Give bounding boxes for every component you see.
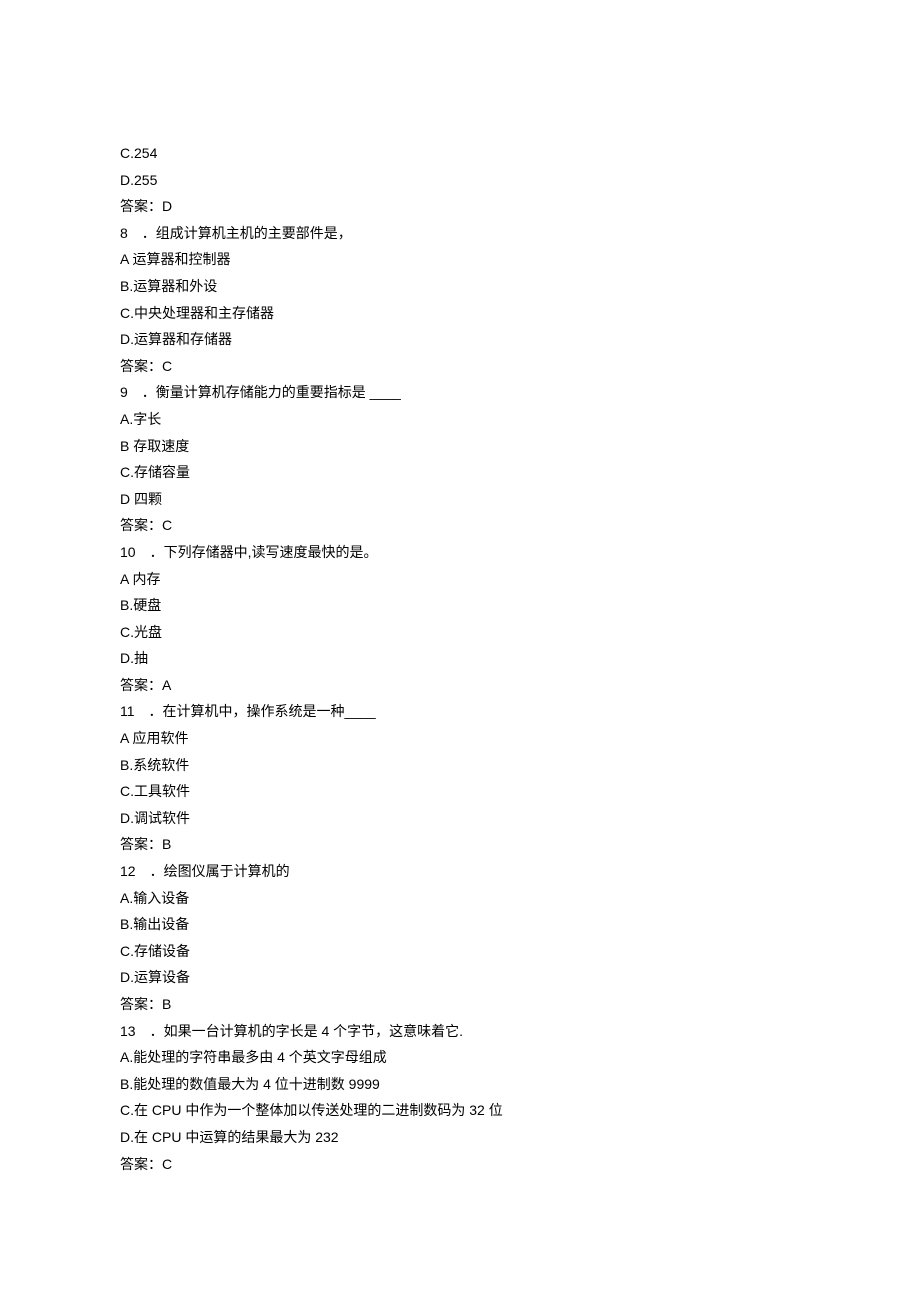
question-line: 11 ．在计算机中，操作系统是一种____ — [120, 698, 800, 725]
option-line: A.能处理的字符串最多由 4 个英文字母组成 — [120, 1044, 800, 1071]
option-line: D.运算器和存储器 — [120, 326, 800, 353]
question-line: 9 ．衡量计算机存储能力的重要指标是 ____ — [120, 379, 800, 406]
option-line: A 运算器和控制器 — [120, 246, 800, 273]
question-line: 13 ．如果一台计算机的字长是 4 个字节，这意味着它. — [120, 1018, 800, 1045]
answer-line: 答案：A — [120, 672, 800, 699]
answer-line: 答案：C — [120, 512, 800, 539]
text-line: D.255 — [120, 167, 800, 194]
question-line: 10 ．下列存储器中,读写速度最快的是。 — [120, 539, 800, 566]
option-line: D 四颗 — [120, 486, 800, 513]
option-line: C.工具软件 — [120, 778, 800, 805]
option-line: D.抽 — [120, 645, 800, 672]
answer-line: 答案：C — [120, 1151, 800, 1178]
option-line: C.存储容量 — [120, 459, 800, 486]
option-line: C.中央处理器和主存储器 — [120, 300, 800, 327]
option-line: A.字长 — [120, 406, 800, 433]
option-line: A.输入设备 — [120, 885, 800, 912]
question-line: 8 ．组成计算机主机的主要部件是， — [120, 220, 800, 247]
option-line: D.运算设备 — [120, 964, 800, 991]
option-line: B.运算器和外设 — [120, 273, 800, 300]
answer-line: 答案：C — [120, 353, 800, 380]
option-line: C.光盘 — [120, 619, 800, 646]
document-page: C.254 D.255 答案：D 8 ．组成计算机主机的主要部件是， A 运算器… — [0, 0, 920, 1257]
text-line: C.254 — [120, 140, 800, 167]
answer-line: 答案：D — [120, 193, 800, 220]
answer-line: 答案：B — [120, 831, 800, 858]
answer-line: 答案：B — [120, 991, 800, 1018]
option-line: D.在 CPU 中运算的结果最大为 232 — [120, 1124, 800, 1151]
option-line: A 内存 — [120, 566, 800, 593]
option-line: B.系统软件 — [120, 752, 800, 779]
option-line: A 应用软件 — [120, 725, 800, 752]
option-line: B 存取速度 — [120, 433, 800, 460]
option-line: D.调试软件 — [120, 805, 800, 832]
option-line: C.存储设备 — [120, 938, 800, 965]
option-line: B.能处理的数值最大为 4 位十进制数 9999 — [120, 1071, 800, 1098]
option-line: B.输出设备 — [120, 911, 800, 938]
option-line: B.硬盘 — [120, 592, 800, 619]
question-line: 12 ．绘图仪属于计算机的 — [120, 858, 800, 885]
option-line: C.在 CPU 中作为一个整体加以传送处理的二进制数码为 32 位 — [120, 1097, 800, 1124]
